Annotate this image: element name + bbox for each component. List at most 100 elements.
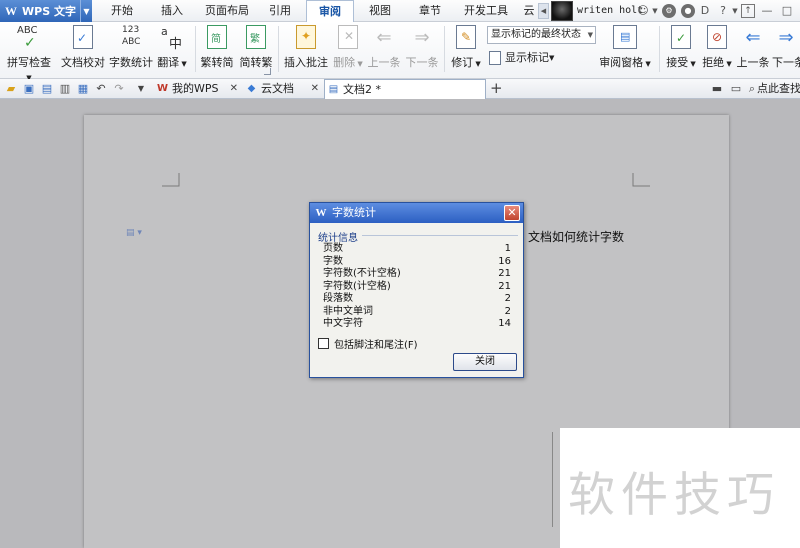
tab-section[interactable]: 章节 — [408, 0, 452, 22]
doc-proof-button[interactable]: ✓ 文档校对 — [60, 25, 106, 73]
traditional-icon: 繁 — [242, 25, 270, 51]
insert-comment-icon: ✦ — [292, 25, 320, 51]
app-menu-button[interactable]: W WPS 文字 ▼ — [0, 0, 92, 22]
document-body-line[interactable]: 文档如何统计字数 — [528, 228, 624, 245]
doc-proof-icon: ✓ — [69, 25, 97, 51]
maximize-icon[interactable]: □ — [780, 4, 794, 18]
search-hint[interactable]: 点此查找 — [757, 79, 800, 99]
accept-button[interactable]: ✓ 接受 ▼ — [664, 25, 698, 73]
settings-gear-icon[interactable]: ⚙ — [662, 4, 676, 18]
next-change-label: 下一条 — [772, 56, 800, 69]
paragraph-layout-icon[interactable]: ▤ ▾ — [126, 228, 148, 242]
tab-developer[interactable]: 开发工具 — [458, 0, 514, 22]
minimize-icon[interactable]: — — [760, 4, 774, 18]
review-pane-button[interactable]: ▤ 审阅窗格 ▼ — [599, 25, 651, 73]
help-center-icon[interactable]: D — [698, 4, 712, 18]
word-count-button[interactable]: 123 ABC 字数统计 — [108, 25, 154, 73]
stat-value: 1 — [504, 243, 511, 254]
stat-row-chars-no-spaces: 字符数(不计空格) 21 — [323, 268, 511, 281]
tab-cloud[interactable]: 云 — [520, 0, 538, 22]
watermark-text: 软件技巧 — [568, 468, 780, 523]
crop-mark-top-left — [162, 173, 180, 187]
new-tab-plus-icon[interactable]: + — [490, 79, 503, 98]
include-footnotes-checkbox[interactable] — [318, 338, 329, 349]
track-changes-button[interactable]: ✎ 修订 ▼ — [448, 25, 484, 73]
ribbon-divider — [659, 26, 660, 72]
review-ribbon: ABC ✓ 拼写检查 ▼ ✓ 文档校对 123 ABC 字数统计 a 中 翻译 … — [0, 22, 800, 82]
stat-value: 2 — [504, 305, 511, 317]
next-comment-button[interactable]: ⇒ 下一条 — [405, 25, 439, 73]
stat-value: 21 — [498, 280, 511, 292]
doc-tab-cloud-docs[interactable]: ◆ 云文档 ✕ — [243, 79, 321, 99]
doc-tab-label: 文档2 * — [343, 83, 381, 96]
chevron-down-icon[interactable]: ▼ — [80, 0, 92, 22]
translate-button[interactable]: a 中 翻译 ▼ — [156, 25, 188, 73]
close-icon[interactable]: ✕ — [230, 79, 238, 98]
word-count-dialog: W 字数统计 ✕ 统计信息 页数 1 字数 16 字符数(不计空格) 21 字符… — [309, 202, 524, 378]
word-count-label: 字数统计 — [109, 56, 153, 69]
redo-icon[interactable]: ↷ — [112, 82, 126, 96]
close-icon[interactable]: ✕ — [311, 79, 319, 98]
watermark-panel: 软件技巧 — [560, 428, 800, 548]
prev-comment-button[interactable]: ⇐ 上一条 — [367, 25, 401, 73]
track-changes-label: 修订 — [451, 56, 474, 69]
tab-review[interactable]: 审阅 — [306, 0, 354, 23]
tab-home[interactable]: 开始 — [100, 0, 144, 22]
customize-toolbar-icon[interactable]: ▼ — [134, 82, 148, 96]
avatar[interactable] — [551, 1, 573, 21]
arrow-right-icon: ⇒ — [414, 27, 430, 48]
delete-comment-label: 删除 — [333, 56, 356, 69]
display-icon[interactable]: ▬ — [710, 82, 724, 96]
user-name[interactable]: writen holt — [577, 0, 643, 22]
stats-group-title: 统计信息 — [318, 233, 358, 244]
doc-tab-label: 云文档 — [261, 82, 294, 95]
arrow-left-icon: ⇐ — [745, 27, 761, 48]
tab-scroll-left-icon[interactable]: ◀ — [538, 3, 549, 19]
delete-comment-button[interactable]: ✕ 删除 ▼ — [331, 25, 365, 73]
print-preview-icon[interactable]: ▦ — [76, 82, 90, 96]
cloud-doc-icon: ◆ — [247, 83, 256, 94]
doc-tab-document2[interactable]: ▤ 文档2 * — [324, 79, 486, 100]
tab-view[interactable]: 视图 — [358, 0, 402, 22]
stat-label: 字数 — [323, 255, 343, 267]
dialog-title-bar[interactable]: W 字数统计 ✕ — [310, 203, 523, 223]
doc-tab-my-wps[interactable]: W 我的WPS ✕ — [154, 79, 240, 99]
restore-window-icon[interactable]: ↑ — [741, 4, 755, 18]
export-pdf-icon[interactable]: ▤ — [40, 82, 54, 96]
tab-page-layout[interactable]: 页面布局 — [198, 0, 256, 22]
save-icon[interactable]: ▣ — [22, 82, 36, 96]
dialog-launcher-icon[interactable] — [264, 68, 271, 75]
ribbon-divider — [444, 26, 445, 72]
close-button[interactable]: 关闭 — [453, 353, 517, 371]
feedback-icon[interactable]: ● — [681, 4, 695, 18]
markup-state-select[interactable]: 显示标记的最终状态 ▼ — [487, 26, 596, 44]
tab-references[interactable]: 引用 — [258, 0, 302, 22]
next-comment-label: 下一条 — [405, 56, 439, 69]
to-simplified-button[interactable]: 简 繁转简 — [198, 25, 236, 73]
chevron-down-icon[interactable]: ▼ — [648, 4, 662, 18]
review-pane-icon: ▤ — [611, 25, 639, 51]
spellcheck-button[interactable]: ABC ✓ 拼写检查 ▼ — [4, 25, 54, 82]
spellcheck-label: 拼写检查 — [7, 56, 51, 69]
open-folder-icon[interactable]: ▰ — [4, 82, 18, 96]
next-change-button[interactable]: ⇒ 下一条 — [772, 25, 800, 73]
print-icon[interactable]: ▥ — [58, 82, 72, 96]
monitor-icon[interactable]: ▭ — [729, 82, 743, 96]
include-footnotes-option[interactable]: 包括脚注和尾注(F) — [318, 336, 418, 351]
simplified-icon: 简 — [203, 25, 231, 51]
show-markup-button[interactable]: 显示标记 ▼ — [489, 49, 554, 67]
stat-row-paragraphs: 段落数 2 — [323, 293, 511, 306]
stat-label: 页数 — [323, 243, 343, 254]
tab-insert[interactable]: 插入 — [150, 0, 194, 22]
chevron-down-icon[interactable]: ▼ — [728, 4, 742, 18]
app-title: WPS 文字 — [22, 5, 76, 18]
undo-icon[interactable]: ↶ — [94, 82, 108, 96]
insert-comment-button[interactable]: ✦ 插入批注 — [283, 25, 329, 73]
reject-button[interactable]: ⊘ 拒绝 ▼ — [700, 25, 734, 73]
to-traditional-button[interactable]: 繁 简转繁 — [238, 25, 274, 73]
prev-change-button[interactable]: ⇐ 上一条 — [736, 25, 770, 73]
wps-logo-icon: W — [5, 4, 17, 18]
close-icon[interactable]: ✕ — [504, 205, 520, 221]
stat-label: 中文字符 — [323, 318, 363, 329]
menu-bar: W WPS 文字 ▼ 开始 插入 页面布局 引用 审阅 视图 章节 开发工具 云… — [0, 0, 800, 23]
